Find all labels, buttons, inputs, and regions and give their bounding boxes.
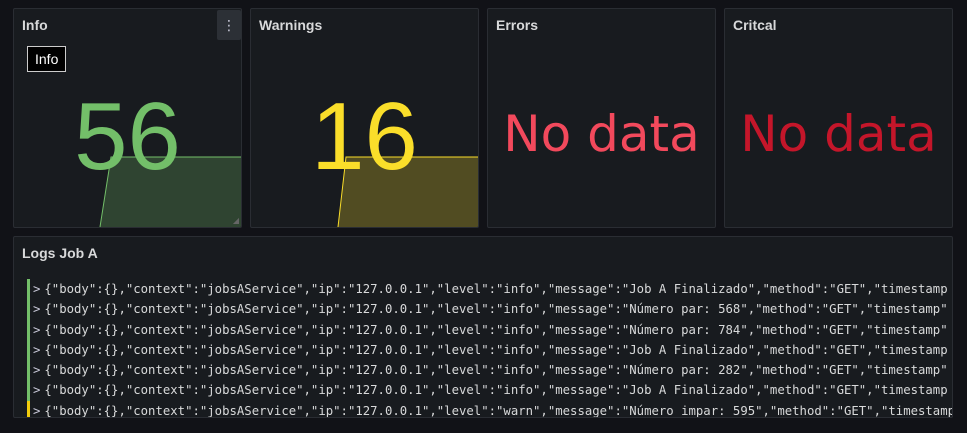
log-list: > {"body":{},"context":"jobsAService","ip… xyxy=(27,279,952,418)
log-message: {"body":{},"context":"jobsAService","ip"… xyxy=(44,342,948,357)
expand-chevron-icon[interactable]: > xyxy=(33,404,40,417)
expand-chevron-icon[interactable]: > xyxy=(33,343,40,357)
panel-title[interactable]: Info xyxy=(22,17,48,33)
panel-title-tooltip: Info xyxy=(27,46,67,72)
info-stat-panel[interactable]: Info ⋮ Info 56 ◢ xyxy=(13,8,242,228)
log-row[interactable]: > {"body":{},"context":"jobsAService","ip… xyxy=(27,400,952,418)
expand-chevron-icon[interactable]: > xyxy=(33,323,40,337)
errors-stat-panel[interactable]: Errors No data xyxy=(487,8,716,228)
log-row[interactable]: > {"body":{},"context":"jobsAService","ip… xyxy=(27,279,952,300)
log-message: {"body":{},"context":"jobsAService","ip"… xyxy=(44,322,948,337)
resize-handle-icon[interactable]: ◢ xyxy=(233,216,239,225)
expand-chevron-icon[interactable]: > xyxy=(33,363,40,377)
log-row[interactable]: > {"body":{},"context":"jobsAService","ip… xyxy=(27,360,952,381)
log-message: {"body":{},"context":"jobsAService","ip"… xyxy=(44,383,948,398)
panel-title[interactable]: Errors xyxy=(496,17,538,33)
panel-title[interactable]: Warnings xyxy=(259,17,322,33)
panel-title[interactable]: Logs Job A xyxy=(22,245,98,261)
expand-chevron-icon[interactable]: > xyxy=(33,282,40,296)
log-message: {"body":{},"context":"jobsAService","ip"… xyxy=(44,302,948,317)
expand-chevron-icon[interactable]: > xyxy=(33,383,40,397)
expand-chevron-icon[interactable]: > xyxy=(33,302,40,316)
log-row[interactable]: > {"body":{},"context":"jobsAService","ip… xyxy=(27,319,952,340)
log-message: {"body":{},"context":"jobsAService","ip"… xyxy=(44,282,948,296)
no-data-message: No data xyxy=(740,105,937,163)
warnings-stat-panel[interactable]: Warnings 16 xyxy=(250,8,479,228)
log-row[interactable]: > {"body":{},"context":"jobsAService","ip… xyxy=(27,339,952,361)
stat-value: 56 xyxy=(74,83,181,190)
panel-title[interactable]: Critcal xyxy=(733,17,777,33)
logs-panel[interactable]: Logs Job A > {"body":{},"context":"jobsAS… xyxy=(13,236,953,418)
stat-value: 16 xyxy=(311,83,418,190)
critical-stat-panel[interactable]: Critcal No data xyxy=(724,8,953,228)
log-message: {"body":{},"context":"jobsAService","ip"… xyxy=(44,363,948,378)
log-row[interactable]: > {"body":{},"context":"jobsAService","ip… xyxy=(27,380,952,401)
panel-menu-icon[interactable]: ⋮ xyxy=(217,10,241,40)
no-data-message: No data xyxy=(503,105,700,163)
log-row[interactable]: > {"body":{},"context":"jobsAService","ip… xyxy=(27,299,952,320)
log-message: {"body":{},"context":"jobsAService","ip"… xyxy=(44,403,952,418)
